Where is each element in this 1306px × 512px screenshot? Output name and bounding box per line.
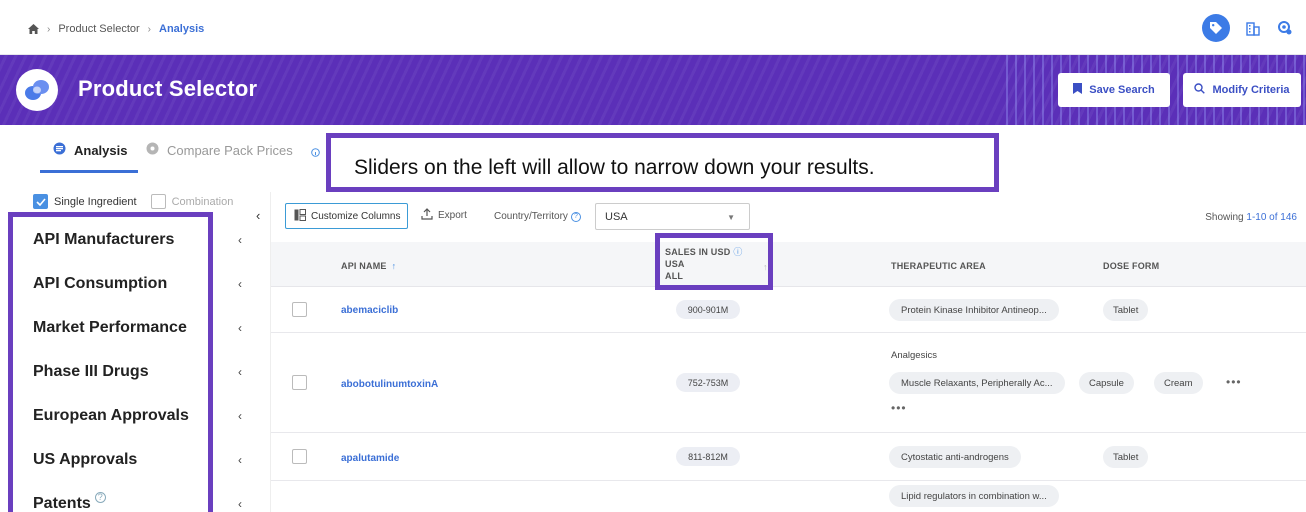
chevron-left-icon: ‹ bbox=[238, 409, 242, 423]
therapeutic-area-text: Analgesics bbox=[891, 350, 937, 361]
save-search-button[interactable]: Save Search bbox=[1058, 73, 1170, 107]
column-header-therapeutic-area[interactable]: THERAPEUTIC AREA bbox=[891, 261, 986, 271]
page-title: Product Selector bbox=[78, 76, 258, 101]
help-icon[interactable]: ? bbox=[570, 211, 581, 222]
analysis-icon bbox=[53, 142, 66, 158]
country-label-text: Country/Territory bbox=[494, 211, 568, 222]
table-row[interactable]: abobotulinumtoxinA 752-753M Analgesics M… bbox=[271, 333, 1306, 433]
modify-criteria-label: Modify Criteria bbox=[1212, 84, 1290, 96]
tab-analysis-label: Analysis bbox=[74, 142, 128, 158]
chevron-left-icon: ‹ bbox=[238, 365, 242, 379]
sort-up-icon[interactable]: ↑ bbox=[392, 261, 397, 271]
modify-criteria-button[interactable]: Modify Criteria bbox=[1183, 73, 1301, 107]
tutorial-callout: Sliders on the left will allow to narrow… bbox=[326, 133, 999, 192]
tab-compare-label: Compare Pack Prices bbox=[167, 142, 293, 158]
breadcrumb-separator: › bbox=[147, 23, 152, 35]
filter-highlight-box bbox=[8, 212, 213, 512]
dose-form-tag: Capsule bbox=[1079, 372, 1134, 394]
callout-text: Sliders on the left will allow to narrow… bbox=[354, 156, 875, 179]
results-count-prefix: Showing bbox=[1205, 212, 1247, 223]
country-select[interactable]: USA ▼ bbox=[595, 203, 750, 230]
breadcrumb: › Product Selector › Analysis bbox=[28, 23, 204, 35]
single-ingredient-checkbox[interactable] bbox=[33, 194, 48, 209]
column-header-label: API NAME bbox=[341, 261, 387, 271]
breadcrumb-separator: › bbox=[47, 23, 51, 35]
customize-columns-button[interactable]: Customize Columns bbox=[285, 203, 408, 229]
tab-compare-pack-prices[interactable]: Compare Pack Prices bbox=[146, 142, 293, 158]
search-icon bbox=[1194, 83, 1206, 97]
therapeutic-area-tag: Muscle Relaxants, Peripherally Ac... bbox=[889, 372, 1065, 394]
column-header-api-name[interactable]: API NAME ↑ bbox=[341, 261, 396, 271]
country-territory-label: Country/Territory ? bbox=[494, 211, 581, 222]
bookmark-icon bbox=[1073, 83, 1083, 97]
breadcrumb-item-analysis[interactable]: Analysis bbox=[159, 23, 204, 35]
column-header-dose-form[interactable]: DOSE FORM bbox=[1103, 261, 1159, 271]
building-icon[interactable] bbox=[1244, 19, 1262, 37]
tag-icon[interactable] bbox=[1202, 14, 1230, 42]
page-header-banner: Product Selector Save Search Modify Crit… bbox=[0, 55, 1306, 125]
save-search-label: Save Search bbox=[1089, 84, 1155, 96]
home-icon[interactable] bbox=[28, 24, 39, 34]
sales-value: 752-753M bbox=[676, 373, 740, 392]
ingredient-toggle: Single Ingredient Combination bbox=[33, 194, 233, 209]
row-checkbox[interactable] bbox=[292, 375, 307, 390]
collapse-panel-chevron-icon[interactable]: ‹ bbox=[256, 208, 260, 223]
export-label: Export bbox=[438, 210, 467, 221]
chevron-left-icon: ‹ bbox=[238, 497, 242, 511]
results-count-range: 1-10 of 146 bbox=[1246, 212, 1297, 223]
api-name-link[interactable]: abemaciclib bbox=[341, 305, 398, 316]
more-areas-icon[interactable]: ••• bbox=[891, 401, 907, 415]
results-table-panel: Customize Columns Export Country/Territo… bbox=[270, 192, 1306, 512]
table-toolbar: Customize Columns Export Country/Territo… bbox=[271, 192, 1306, 242]
dose-form-tag: Cream bbox=[1154, 372, 1203, 394]
settings-icon[interactable] bbox=[1276, 19, 1294, 37]
more-doses-icon[interactable]: ••• bbox=[1226, 375, 1242, 389]
single-ingredient-label: Single Ingredient bbox=[54, 195, 137, 208]
price-tag-icon bbox=[146, 142, 159, 158]
info-icon[interactable] bbox=[311, 144, 320, 162]
active-tab-indicator bbox=[40, 170, 138, 173]
customize-columns-label: Customize Columns bbox=[311, 210, 401, 222]
chevron-left-icon: ‹ bbox=[238, 233, 242, 247]
dose-form-tag: Tablet bbox=[1103, 446, 1149, 468]
chevron-down-icon: ▼ bbox=[727, 213, 735, 222]
breadcrumb-bar: › Product Selector › Analysis bbox=[0, 0, 1306, 55]
tab-analysis[interactable]: Analysis bbox=[53, 142, 127, 158]
combination-label: Combination bbox=[171, 195, 234, 208]
chevron-left-icon: ‹ bbox=[238, 321, 242, 335]
breadcrumb-item-product-selector[interactable]: Product Selector bbox=[58, 23, 139, 35]
table-row[interactable]: apalutamide 811-812M Cytostatic anti-and… bbox=[271, 433, 1306, 481]
dose-form-tag: Tablet bbox=[1103, 299, 1149, 321]
chevron-left-icon: ‹ bbox=[238, 277, 242, 291]
sales-value: 811-812M bbox=[676, 447, 740, 466]
therapeutic-area-tag: Cytostatic anti-androgens bbox=[889, 446, 1021, 468]
therapeutic-area-tag: Protein Kinase Inhibitor Antineop... bbox=[889, 299, 1059, 321]
top-icons bbox=[1202, 14, 1294, 42]
chevron-left-icon: ‹ bbox=[238, 453, 242, 467]
sales-column-highlight-box bbox=[655, 233, 773, 290]
therapeutic-area-tag: Lipid regulators in combination w... bbox=[889, 485, 1059, 507]
api-name-link[interactable]: apalutamide bbox=[341, 453, 399, 464]
combination-checkbox[interactable] bbox=[150, 194, 166, 209]
table-row[interactable]: Lipid regulators in combination w... bbox=[271, 481, 1306, 512]
columns-icon bbox=[294, 208, 306, 224]
row-checkbox[interactable] bbox=[292, 302, 307, 317]
row-checkbox[interactable] bbox=[292, 449, 307, 464]
results-count: Showing 1-10 of 146 bbox=[1205, 212, 1297, 223]
table-header: API NAME ↑ SALES IN USD ⓘ USA ALL ↑ THERAP… bbox=[271, 242, 1306, 287]
export-button[interactable]: Export bbox=[421, 208, 467, 223]
country-select-value: USA bbox=[605, 210, 628, 223]
product-selector-logo bbox=[16, 69, 58, 111]
api-name-link[interactable]: abobotulinumtoxinA bbox=[341, 379, 438, 390]
table-row[interactable]: abemaciclib 900-901M Protein Kinase Inhi… bbox=[271, 287, 1306, 333]
export-icon bbox=[421, 208, 433, 223]
sales-value: 900-901M bbox=[676, 300, 740, 319]
